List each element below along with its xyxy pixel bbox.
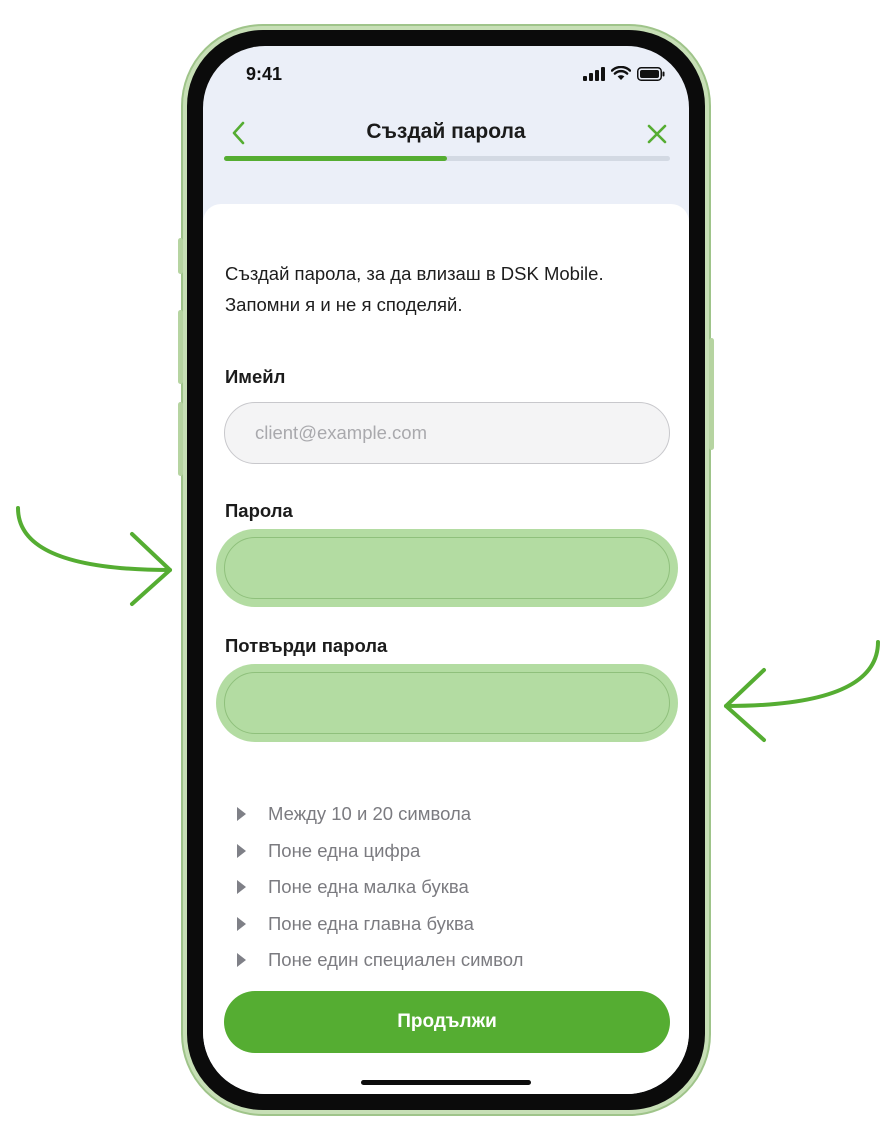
page-title: Създай парола — [366, 120, 526, 143]
password-requirements: Между 10 и 20 символа Поне една цифра По… — [235, 796, 523, 979]
requirement-text: Поне една цифра — [268, 839, 421, 861]
confirm-password-label: Потвърди парола — [225, 635, 388, 656]
home-indicator — [361, 1080, 531, 1085]
requirement-item: Поне една главна буква — [235, 906, 523, 943]
intro-text: Създай парола, за да влизаш в DSK Mobile… — [225, 263, 604, 315]
close-icon[interactable] — [645, 122, 669, 146]
requirement-text: Между 10 и 20 символа — [268, 803, 472, 825]
tutorial-stage: 9:41 Създай парола Създай парола, за да … — [0, 0, 895, 1137]
pointer-arrow-left-icon — [724, 640, 880, 742]
requirement-item: Поне един специален символ — [235, 942, 523, 979]
email-placeholder: client@example.com — [255, 422, 427, 443]
requirement-text: Поне една главна буква — [268, 912, 474, 934]
status-time: 9:41 — [246, 64, 283, 84]
pointer-arrow-right-icon — [16, 506, 172, 606]
requirement-text: Поне една малка буква — [268, 876, 469, 898]
progress-bar — [224, 156, 670, 161]
triangle-bullet-icon — [237, 953, 246, 968]
email-label: Имейл — [225, 366, 286, 387]
phone-screen: 9:41 Създай парола Създай парола, за да … — [203, 46, 689, 1094]
password-input[interactable] — [224, 537, 670, 599]
phone-volume-down-button — [178, 402, 183, 476]
triangle-bullet-icon — [237, 916, 246, 931]
triangle-bullet-icon — [237, 807, 246, 822]
requirement-item: Поне една цифра — [235, 833, 523, 870]
phone-volume-up-button — [178, 310, 183, 384]
status-icons — [583, 66, 665, 81]
phone-power-button — [709, 338, 714, 450]
cellular-signal-icon — [583, 66, 605, 81]
triangle-bullet-icon — [237, 880, 246, 895]
email-input[interactable]: client@example.com — [224, 402, 670, 464]
battery-icon — [637, 66, 665, 81]
requirement-item: Поне една малка буква — [235, 869, 523, 906]
password-label: Парола — [225, 500, 293, 521]
continue-button[interactable]: Продължи — [224, 991, 670, 1053]
phone-action-button — [178, 238, 183, 274]
progress-bar-fill — [224, 156, 447, 161]
confirm-password-input[interactable] — [224, 672, 670, 734]
content-card: Създай парола, за да влизаш в DSK Mobile… — [203, 204, 689, 1094]
requirement-item: Между 10 и 20 символа — [235, 796, 523, 833]
wifi-icon — [611, 66, 631, 80]
triangle-bullet-icon — [237, 843, 246, 858]
requirement-text: Поне един специален символ — [268, 949, 524, 971]
